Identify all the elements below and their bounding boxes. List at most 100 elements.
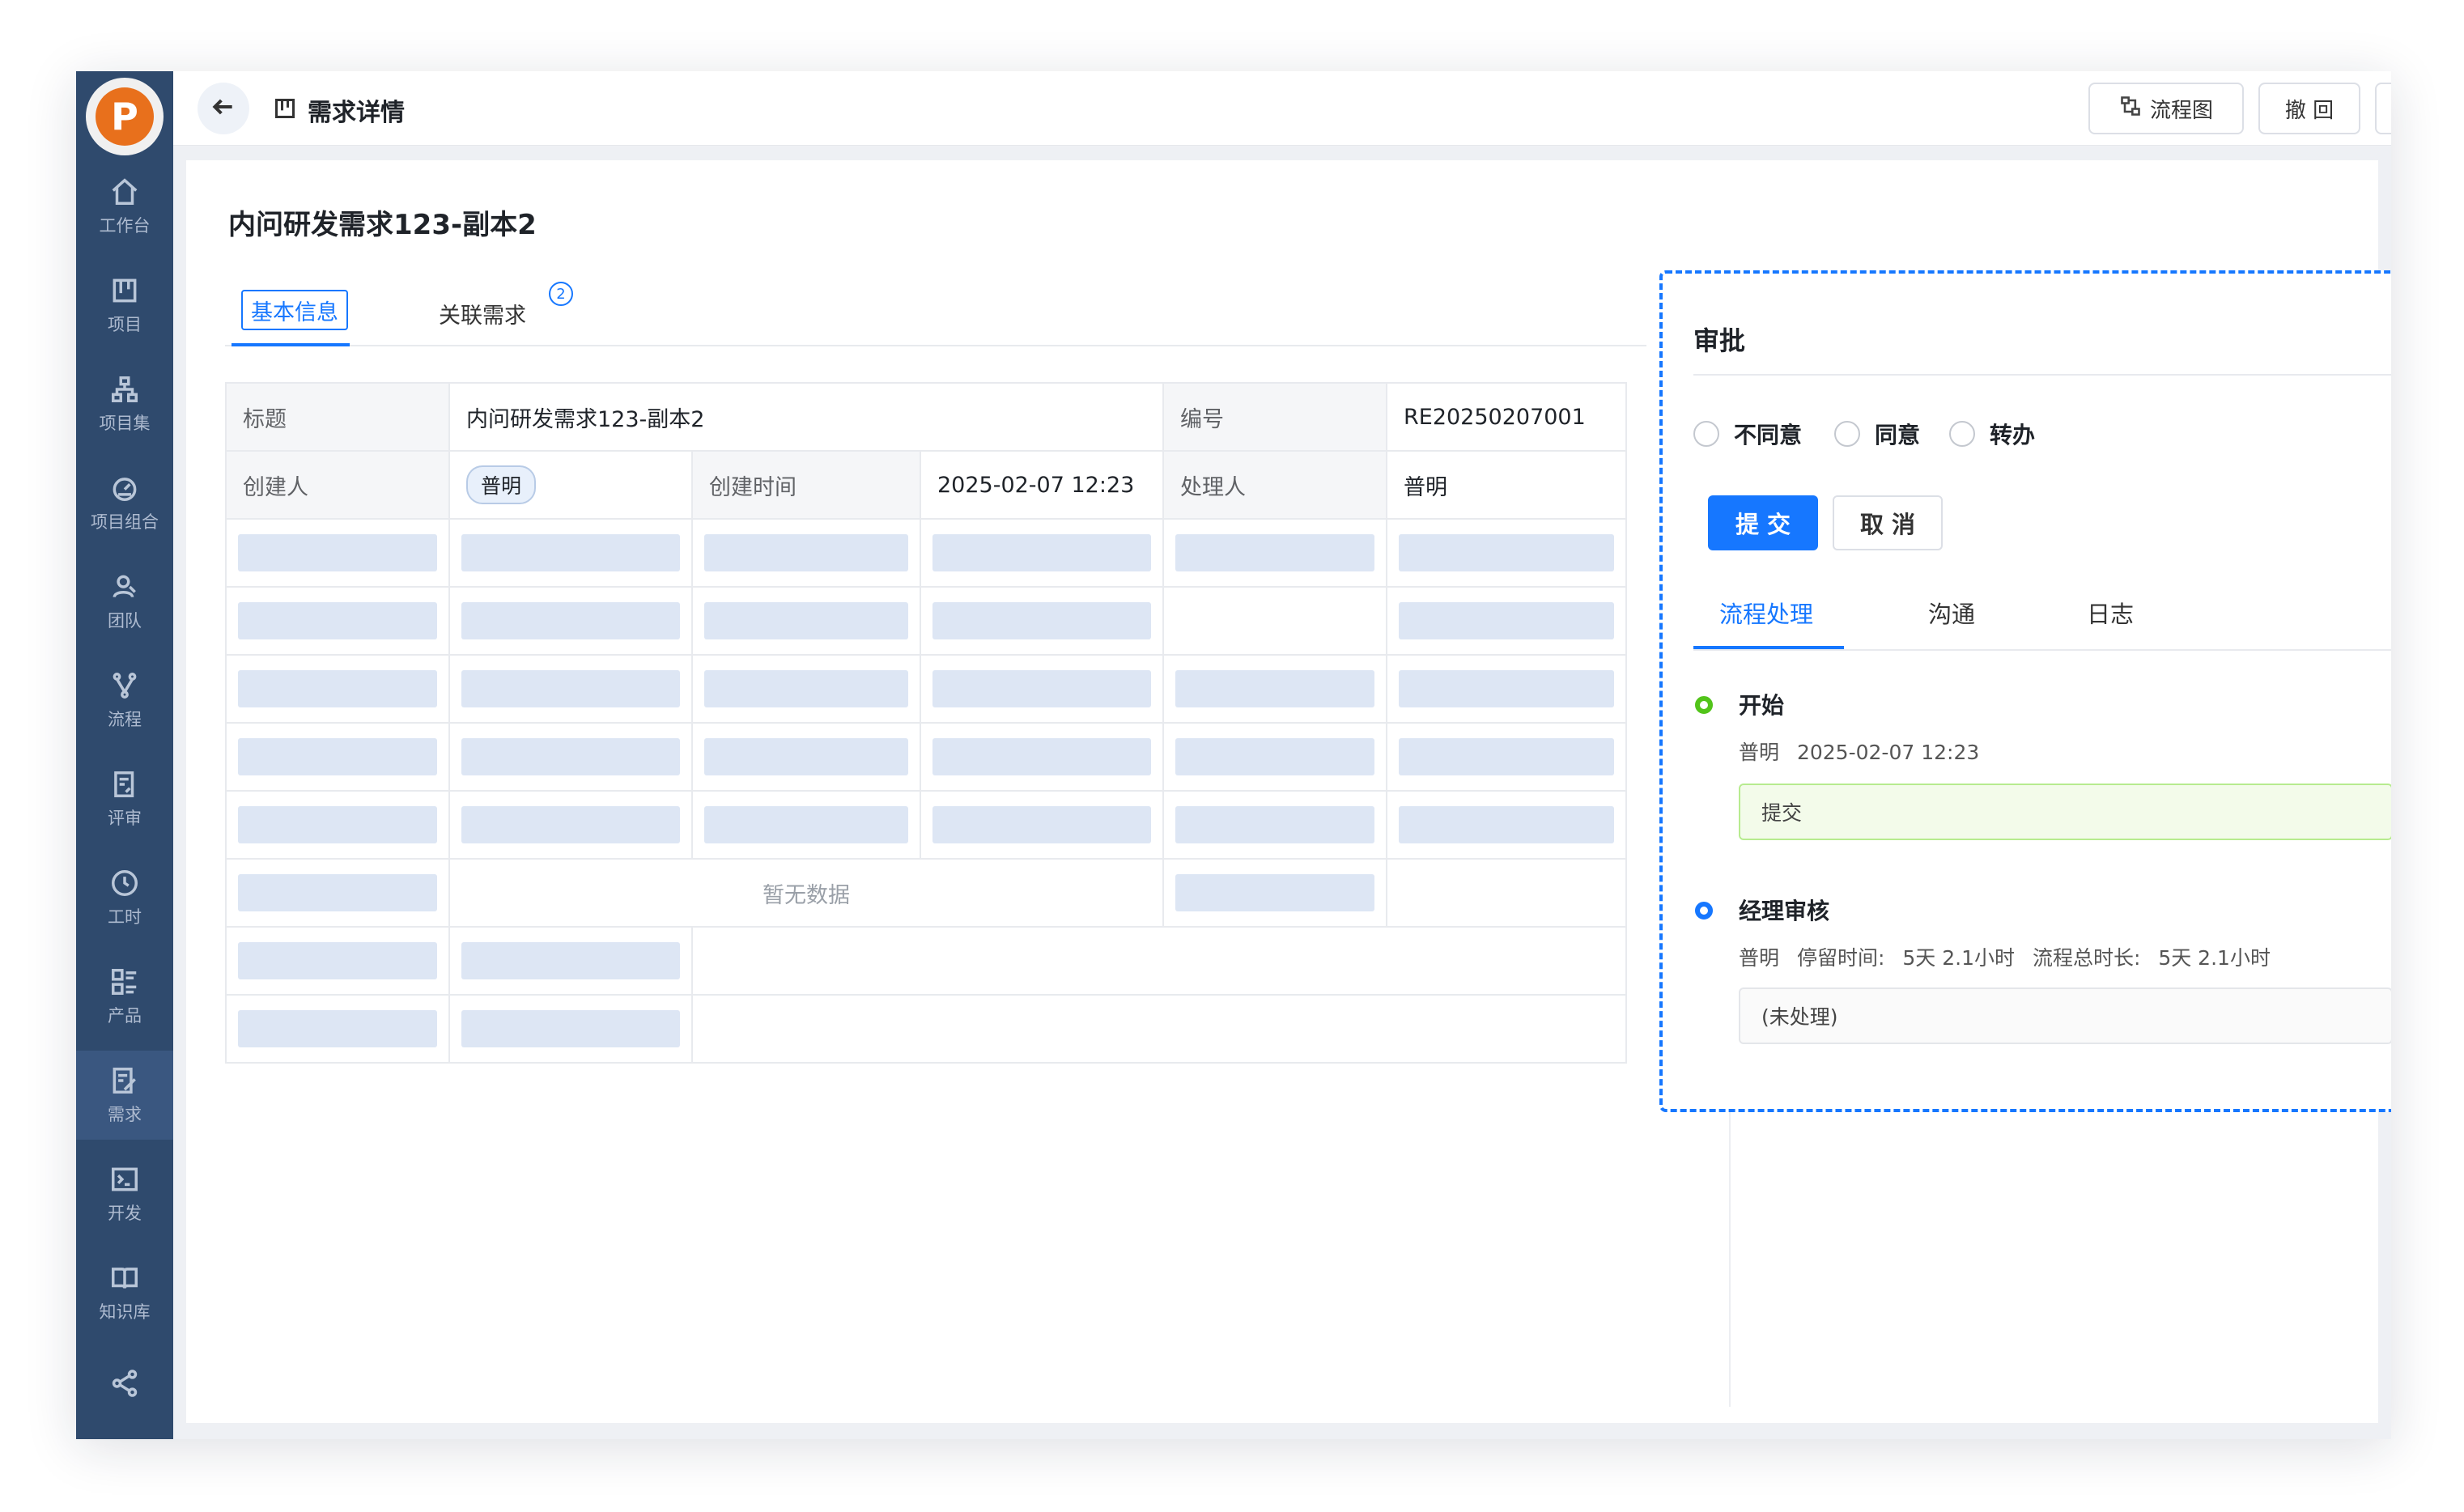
sidebar-item-label: 需求	[108, 1105, 142, 1124]
sidebar-item-worktime[interactable]: 工时	[76, 853, 173, 942]
detail-table: 标题 内问研发需求123-副本2 编号 RE20250207001 创建人 普明…	[225, 382, 1627, 1064]
loading-placeholder	[1175, 534, 1374, 571]
step-user: 普明	[1739, 946, 1780, 970]
flowchart-button[interactable]: 流程图	[2088, 83, 2244, 134]
step-user: 普明	[1739, 741, 1780, 764]
radio-label: 转办	[1990, 422, 2036, 448]
table-row: 标题 内问研发需求123-副本2 编号 RE20250207001	[225, 382, 1627, 452]
sidebar-item-develop[interactable]: 开发	[76, 1149, 173, 1238]
cancel-button[interactable]: 取 消	[1833, 495, 1943, 550]
sidebar-item-label: 项目	[108, 315, 142, 334]
creator-chip[interactable]: 普明	[466, 465, 537, 504]
sidebar-item-flow[interactable]: 流程	[76, 656, 173, 745]
active-tab-indicator	[1693, 646, 1844, 649]
loading-placeholder	[461, 670, 680, 707]
page-title: 需求详情	[308, 99, 405, 127]
sidebar-item-portfolio[interactable]: 项目组合	[76, 458, 173, 547]
loading-placeholder	[1175, 874, 1374, 911]
stay-label: 停留时间:	[1796, 946, 1885, 970]
board-icon	[274, 97, 296, 120]
loading-placeholder	[1399, 670, 1614, 707]
tab-log[interactable]: 日志	[2087, 596, 2134, 630]
home-icon	[108, 176, 141, 208]
sidebar-item-project[interactable]: 项目	[76, 261, 173, 350]
related-count-badge: 2	[549, 282, 573, 306]
title-label: 标题	[225, 382, 450, 452]
title-value: 内问研发需求123-副本2	[448, 382, 1164, 452]
tab-basic-info[interactable]: 基本信息	[241, 290, 348, 330]
more-button[interactable]: ···	[2375, 83, 2391, 134]
step-meta: 普明 停留时间: 5天 2.1小时 流程总时长: 5天 2.1小时	[1739, 942, 2282, 971]
radio-agree[interactable]: 同意	[1834, 418, 1920, 450]
loading-placeholder	[704, 602, 908, 639]
loading-placeholder	[704, 534, 908, 571]
back-button[interactable]	[198, 83, 249, 134]
tab-communication[interactable]: 沟通	[1928, 596, 1975, 630]
withdraw-button-label: 撤 回	[2284, 98, 2334, 123]
radio-disagree[interactable]: 不同意	[1693, 418, 1802, 450]
loading-placeholder	[1175, 670, 1374, 707]
dashboard-icon	[108, 472, 141, 504]
share-icon	[108, 1367, 141, 1399]
app-logo[interactable]: P	[86, 78, 164, 155]
sidebar-item-workbench[interactable]: 工作台	[76, 162, 173, 251]
loading-placeholder	[1175, 806, 1374, 843]
loading-placeholder	[1399, 602, 1614, 639]
sidebar-item-label: 团队	[108, 611, 142, 631]
logo-mark: P	[96, 87, 154, 146]
loading-placeholder	[932, 670, 1151, 707]
table-row	[225, 518, 1627, 588]
approval-title: 审批	[1693, 325, 1746, 356]
step-time: 2025-02-07 12:23	[1796, 741, 1980, 764]
loading-placeholder	[704, 806, 908, 843]
loading-placeholder	[1175, 738, 1374, 775]
creator-label: 创建人	[225, 450, 450, 520]
empty-state-text: 暂无数据	[448, 858, 1164, 928]
created-time-label: 创建时间	[691, 450, 921, 520]
sidebar-item-label: 流程	[108, 710, 142, 729]
sidebar-item-team[interactable]: 团队	[76, 557, 173, 646]
team-icon	[108, 571, 141, 603]
code-value: RE20250207001	[1386, 382, 1627, 452]
sidebar-item-review[interactable]: 评审	[76, 754, 173, 843]
sidebar-item-share[interactable]	[76, 1339, 173, 1428]
sidebar-item-program[interactable]: 项目集	[76, 359, 173, 448]
board-icon	[108, 274, 141, 307]
sidebar-item-label: 项目组合	[91, 512, 159, 532]
radio-transfer[interactable]: 转办	[1949, 418, 2035, 450]
sidebar-item-knowledge[interactable]: 知识库	[76, 1248, 173, 1337]
loading-placeholder	[932, 806, 1151, 843]
sidebar-item-requirement[interactable]: 需求	[76, 1051, 173, 1140]
sidebar-item-product[interactable]: 产品	[76, 952, 173, 1041]
created-time-value: 2025-02-07 12:23	[920, 450, 1164, 520]
tab-related-requirements[interactable]: 关联需求	[439, 298, 526, 329]
loading-placeholder	[932, 534, 1151, 571]
divider	[1693, 374, 2391, 376]
table-row	[225, 790, 1627, 860]
tab-flow-process[interactable]: 流程处理	[1719, 596, 1813, 630]
submit-button[interactable]: 提 交	[1708, 495, 1818, 550]
active-tab-indicator	[232, 343, 350, 346]
loading-placeholder	[238, 806, 437, 843]
step-title: 开始	[1739, 692, 1785, 719]
loading-placeholder	[704, 738, 908, 775]
flowchart-icon	[2119, 95, 2150, 123]
loading-placeholder	[238, 602, 437, 639]
flow-icon	[108, 669, 141, 702]
loading-placeholder	[461, 534, 680, 571]
sidebar-item-label: 工时	[108, 907, 142, 927]
app-window: P 工作台 项目 项目集 项目组合 团队 流程 评审 工时 产品 需求 开发 知…	[76, 71, 2391, 1439]
loading-placeholder	[238, 534, 437, 571]
loading-placeholder	[238, 738, 437, 775]
radio-label: 不同意	[1734, 422, 1803, 448]
page-header: 需求详情 流程图 撤 回 ···	[173, 71, 2391, 146]
step-status-dot	[1695, 696, 1713, 714]
table-row	[225, 586, 1627, 656]
loading-placeholder	[238, 942, 437, 979]
step-action-box: 提交	[1739, 784, 2391, 840]
step-meta: 普明 2025-02-07 12:23	[1739, 737, 1990, 766]
withdraw-button[interactable]: 撤 回	[2258, 83, 2360, 134]
approval-tabs: 流程处理 沟通 日志	[1693, 589, 2391, 651]
step-action-box: (未处理)	[1739, 987, 2391, 1044]
arrow-left-icon	[210, 94, 236, 123]
